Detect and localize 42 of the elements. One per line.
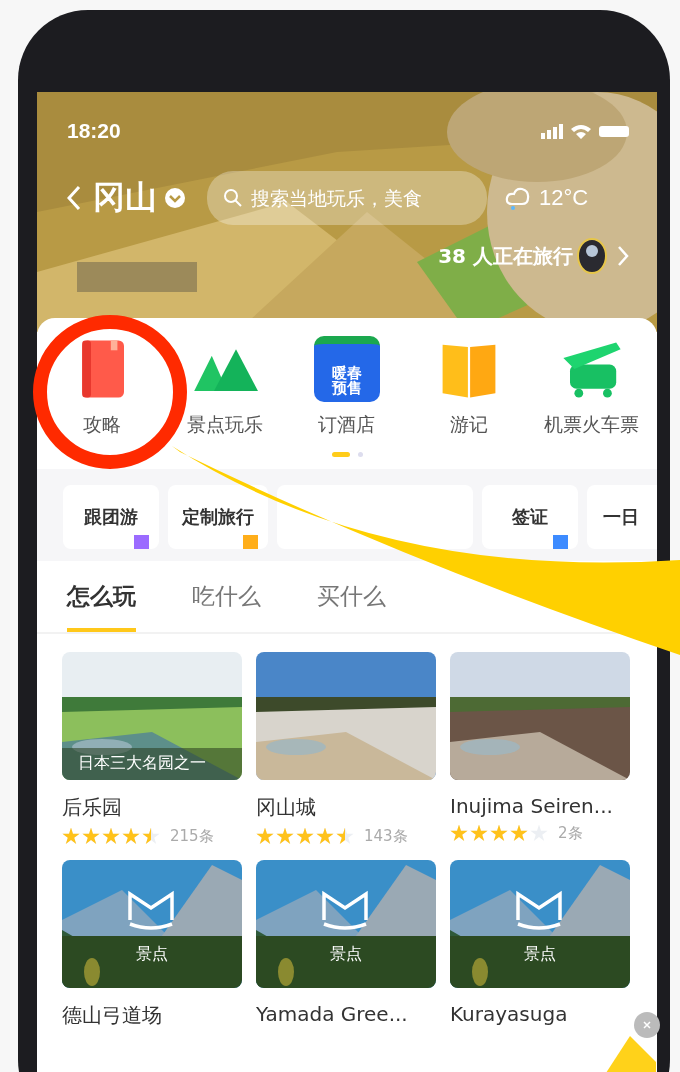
- place-name[interactable]: Inujima Seiren...: [450, 794, 613, 818]
- content-tab[interactable]: 吃什么: [192, 581, 261, 632]
- chevron-right-icon[interactable]: [617, 245, 629, 267]
- cloud-icon: [505, 186, 531, 210]
- wifi-icon: [571, 123, 591, 139]
- battery-icon: [599, 125, 629, 137]
- category-item[interactable]: 景点玩乐: [164, 336, 285, 438]
- category-item[interactable]: 攻略: [42, 336, 163, 438]
- service-chip[interactable]: 一日: [587, 485, 657, 549]
- place-name[interactable]: 冈山城: [256, 795, 316, 819]
- review-count: 143条: [364, 827, 408, 846]
- signal-icon: [541, 123, 563, 139]
- service-chip[interactable]: 签证: [482, 485, 578, 549]
- logo-icon: [514, 890, 564, 930]
- place-name[interactable]: Yamada Gree...: [256, 1002, 408, 1026]
- review-count: 2条: [558, 824, 583, 843]
- service-chip[interactable]: 定制旅行: [168, 485, 268, 549]
- service-chip[interactable]: 跟团游: [63, 485, 159, 549]
- category-item[interactable]: 暖春预售 订酒店: [286, 336, 407, 438]
- place-name[interactable]: Kurayasuga: [450, 1002, 568, 1026]
- category-item[interactable]: 游记: [409, 336, 530, 438]
- status-time: 18:20: [67, 119, 121, 143]
- content-tab[interactable]: 买什么: [317, 581, 386, 632]
- service-chip[interactable]: [277, 485, 473, 549]
- image-caption: 日本三大名园之一: [62, 748, 242, 780]
- place-name[interactable]: 德山弓道场: [62, 1003, 162, 1027]
- review-count: 215条: [170, 827, 214, 846]
- image-caption: 景点: [135, 944, 169, 965]
- logo-icon: [320, 890, 370, 930]
- dropdown-icon[interactable]: [165, 188, 185, 208]
- back-icon[interactable]: [67, 185, 81, 211]
- avatar-icon: [577, 238, 607, 274]
- logo-icon: [126, 890, 176, 930]
- image-caption: 景点: [329, 944, 363, 965]
- content-tab[interactable]: 怎么玩: [67, 581, 136, 632]
- place-name[interactable]: 后乐园: [62, 795, 122, 819]
- temperature: 12°C: [539, 185, 589, 211]
- category-item[interactable]: 机票火车票: [531, 336, 652, 438]
- image-caption: 景点: [523, 944, 557, 965]
- search-icon: [223, 188, 243, 208]
- close-icon: [642, 1020, 652, 1030]
- promo-icon: 暖春预售: [313, 336, 380, 402]
